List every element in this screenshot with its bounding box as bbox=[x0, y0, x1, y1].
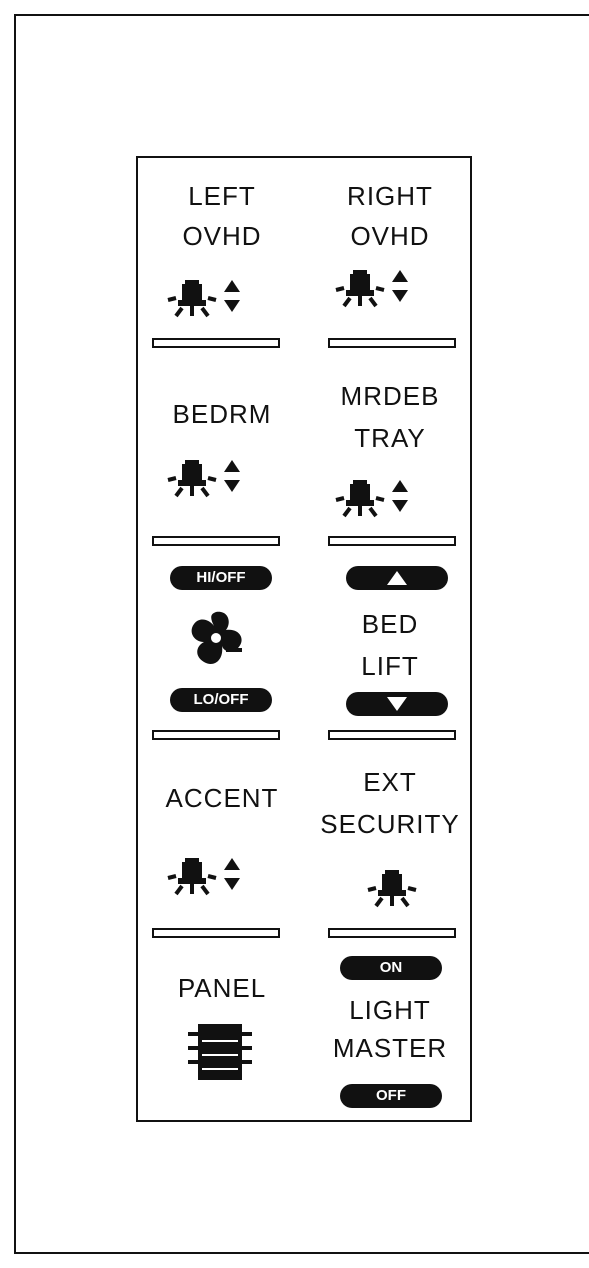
up-arrow-icon bbox=[387, 571, 407, 585]
dimmer-light-icon bbox=[334, 266, 422, 316]
mrdeb-tray-switch-bar[interactable] bbox=[328, 536, 456, 546]
right-ovhd-label-line2: OVHD bbox=[350, 221, 430, 251]
fan-hi-off-button[interactable]: HI/OFF bbox=[170, 566, 272, 590]
panel-light-icon bbox=[182, 1020, 258, 1086]
ext-security-label-line1: EXT bbox=[363, 767, 417, 797]
dimmer-light-icon bbox=[166, 456, 254, 506]
fan-lo-off-button[interactable]: LO/OFF bbox=[170, 688, 272, 712]
panel-light-label: PANEL bbox=[177, 973, 267, 1003]
bed-lift-down-button[interactable] bbox=[346, 692, 448, 716]
mrdeb-tray-label-line2: TRAY bbox=[354, 423, 426, 453]
light-master-label-line2: MASTER bbox=[332, 1033, 448, 1063]
fan-switch-bar[interactable] bbox=[152, 730, 280, 740]
right-ovhd-label-line1: RIGHT bbox=[347, 181, 433, 211]
ext-security-label-line2: SECURITY bbox=[320, 809, 460, 839]
light-master-on-button[interactable]: ON bbox=[340, 956, 442, 980]
accent-switch-bar[interactable] bbox=[152, 928, 280, 938]
right-ovhd-switch-bar[interactable] bbox=[328, 338, 456, 348]
bed-lift-label-line1: BED bbox=[361, 609, 419, 639]
ext-security-switch-bar[interactable] bbox=[328, 928, 456, 938]
bed-lift-label-line2: LIFT bbox=[361, 651, 419, 681]
left-ovhd-switch-bar[interactable] bbox=[152, 338, 280, 348]
left-ovhd-label-line1: LEFT bbox=[188, 181, 256, 211]
bed-lift-switch-bar[interactable] bbox=[328, 730, 456, 740]
bedrm-switch-bar[interactable] bbox=[152, 536, 280, 546]
dimmer-light-icon bbox=[166, 854, 254, 904]
bed-lift-up-button[interactable] bbox=[346, 566, 448, 590]
down-arrow-icon bbox=[387, 697, 407, 711]
light-icon bbox=[366, 866, 418, 910]
switch-panel: LEFT OVHD RIGHT OVHD BEDRM MRDEB TRAY HI… bbox=[136, 156, 472, 1122]
mrdeb-tray-label-line1: MRDEB bbox=[340, 381, 440, 411]
dimmer-light-icon bbox=[166, 276, 254, 326]
fan-icon bbox=[188, 606, 248, 676]
accent-label: ACCENT bbox=[165, 783, 279, 813]
light-master-off-button[interactable]: OFF bbox=[340, 1084, 442, 1108]
light-master-label-line1: LIGHT bbox=[349, 995, 431, 1025]
dimmer-light-icon bbox=[334, 476, 422, 526]
bedrm-label: BEDRM bbox=[172, 399, 272, 429]
left-ovhd-label-line2: OVHD bbox=[182, 221, 262, 251]
